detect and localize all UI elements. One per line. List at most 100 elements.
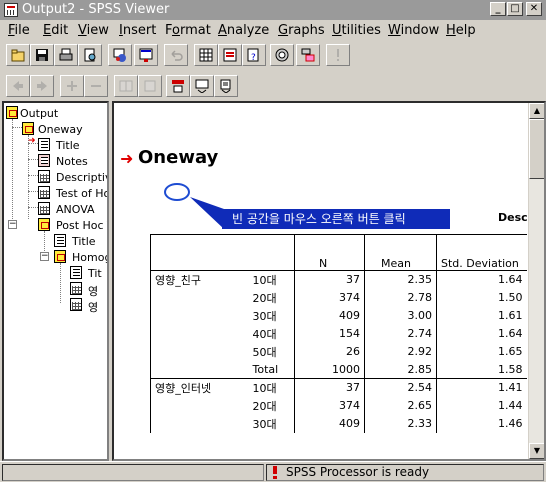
- insert-heading-button[interactable]: [166, 75, 190, 97]
- print-button[interactable]: [54, 44, 78, 66]
- table-header-blank: [248, 234, 295, 253]
- table-row: 40대 154 2.74 1.64: [150, 324, 527, 343]
- export-icon: [113, 48, 126, 62]
- outline-homog-2[interactable]: 영: [88, 299, 98, 315]
- cell-mean: 2.85: [364, 360, 437, 379]
- designate-window-button[interactable]: [326, 44, 350, 66]
- demote-button[interactable]: [30, 75, 54, 97]
- menu-bar: File Edit View Insert Format Analyze Gra…: [0, 20, 546, 40]
- print-preview-button[interactable]: [78, 44, 102, 66]
- cell-mean: 3.00: [364, 306, 437, 325]
- table-row: 영향_친구 10대 37 2.35 1.64: [150, 270, 527, 289]
- hide-button[interactable]: [138, 75, 162, 97]
- output-book-icon: [6, 106, 18, 119]
- cell-mean: 2.54: [364, 378, 437, 397]
- spss-app-icon[interactable]: [4, 3, 18, 17]
- collapse-posthoc-icon[interactable]: −: [8, 220, 17, 229]
- table-row: 영향_인터넷 10대 37 2.54 1.41: [150, 378, 527, 397]
- status-text: SPSS Processor is ready: [286, 465, 430, 479]
- row-category: 20대: [252, 399, 277, 413]
- goto-data-button[interactable]: [194, 44, 218, 66]
- undo-button[interactable]: [164, 44, 188, 66]
- save-button[interactable]: [30, 44, 54, 66]
- cell-mean: 2.78: [364, 288, 437, 307]
- highlight-ellipse: [164, 183, 190, 201]
- row-group-label: [150, 306, 249, 325]
- close-button[interactable]: ✕: [526, 2, 542, 16]
- use-sets-button[interactable]: [270, 44, 294, 66]
- goto-case-icon: [223, 48, 237, 62]
- collapse-homogeneous-icon[interactable]: −: [40, 252, 49, 261]
- insert-title-button[interactable]: [190, 75, 214, 97]
- open-button[interactable]: [6, 44, 30, 66]
- scroll-up-icon[interactable]: ▲: [529, 103, 544, 119]
- cell-n: 26: [294, 342, 365, 361]
- menu-view[interactable]: View: [78, 23, 109, 38]
- menu-edit[interactable]: Edit: [43, 23, 68, 38]
- menu-file[interactable]: File: [8, 23, 30, 38]
- row-group-label: [150, 342, 249, 361]
- insert-heading-icon: [172, 80, 184, 93]
- homog-title-page-icon: [70, 266, 82, 279]
- output-content-pane[interactable]: ➜ Oneway 빈 공간을 마우스 오른쪽 버튼 클릭 Descri N Me…: [112, 101, 546, 461]
- scroll-down-icon[interactable]: ▼: [529, 443, 544, 459]
- title-bar[interactable]: Output2 - SPSS Viewer _ □ ✕: [0, 0, 546, 20]
- output-heading[interactable]: Oneway: [138, 147, 218, 168]
- row-category: 10대: [252, 273, 277, 287]
- goto-case-button[interactable]: [218, 44, 242, 66]
- outline-output[interactable]: Output: [20, 107, 58, 120]
- menu-help[interactable]: Help: [446, 23, 476, 38]
- outline-homog-1[interactable]: 영: [88, 283, 98, 299]
- cell-sd: 1.44: [436, 396, 527, 415]
- promote-button[interactable]: [6, 75, 30, 97]
- export-button[interactable]: [108, 44, 132, 66]
- menu-utilities[interactable]: Utilities: [332, 23, 381, 38]
- variables-button[interactable]: ?: [242, 44, 266, 66]
- menu-analyze[interactable]: Analyze: [218, 23, 269, 38]
- outline-anova[interactable]: ANOVA: [56, 203, 95, 216]
- outline-posthoc-title[interactable]: Title: [72, 235, 96, 248]
- table-row: 30대 409 2.33 1.46: [150, 414, 527, 433]
- row-category: 40대: [252, 327, 277, 341]
- minimize-button[interactable]: _: [490, 2, 506, 16]
- outline-oneway[interactable]: Oneway: [38, 123, 83, 136]
- outline-pane[interactable]: Output Oneway ➜ Title Notes Descriptive …: [2, 101, 109, 461]
- collapse-button[interactable]: [84, 75, 108, 97]
- cell-sd: 1.41: [436, 378, 527, 397]
- menu-format[interactable]: Format: [165, 23, 211, 38]
- cell-mean: 2.33: [364, 414, 437, 433]
- outline-posthoc[interactable]: Post Hoc T: [56, 219, 107, 232]
- outline-homog-title[interactable]: Tit: [88, 267, 102, 280]
- scroll-thumb[interactable]: [529, 119, 544, 179]
- menu-window[interactable]: Window: [388, 23, 439, 38]
- cell-sd: 1.64: [436, 270, 527, 289]
- descriptives-table[interactable]: N Mean Std. Deviation 영향_친구 10대 37 2.35 …: [150, 234, 527, 433]
- maximize-button[interactable]: □: [507, 2, 523, 16]
- outline-homogeneity[interactable]: Test of Ho: [56, 187, 107, 200]
- vertical-scrollbar[interactable]: ▲ ▼: [528, 103, 544, 459]
- arrow-left-icon: [13, 81, 23, 91]
- select-last-output-button[interactable]: [296, 44, 320, 66]
- print-preview-icon: [84, 48, 96, 62]
- row-group-label: 영향_친구: [150, 270, 249, 289]
- table-row: 30대 409 3.00 1.61: [150, 306, 527, 325]
- menu-insert[interactable]: Insert: [119, 23, 156, 38]
- cell-mean: 2.74: [364, 324, 437, 343]
- outline-descriptives[interactable]: Descriptive: [56, 171, 107, 184]
- menu-graphs[interactable]: Graphs: [278, 23, 325, 38]
- recall-dialog-button[interactable]: [134, 44, 158, 66]
- table-row: 50대 26 2.92 1.65: [150, 342, 527, 361]
- tree-line: [60, 263, 61, 303]
- row-category: 50대: [252, 345, 277, 359]
- outline-homogeneous[interactable]: Homog: [72, 251, 107, 264]
- data-grid-icon: [199, 48, 213, 62]
- insert-text-button[interactable]: [214, 75, 238, 97]
- expand-button[interactable]: [60, 75, 84, 97]
- table-header-blank: [294, 234, 365, 253]
- outline-title[interactable]: Title: [56, 139, 80, 152]
- cell-n: 37: [294, 378, 365, 397]
- outline-notes[interactable]: Notes: [56, 155, 88, 168]
- cell-n: 409: [294, 414, 365, 433]
- show-button[interactable]: [114, 75, 138, 97]
- variable-info-icon: ?: [247, 48, 259, 62]
